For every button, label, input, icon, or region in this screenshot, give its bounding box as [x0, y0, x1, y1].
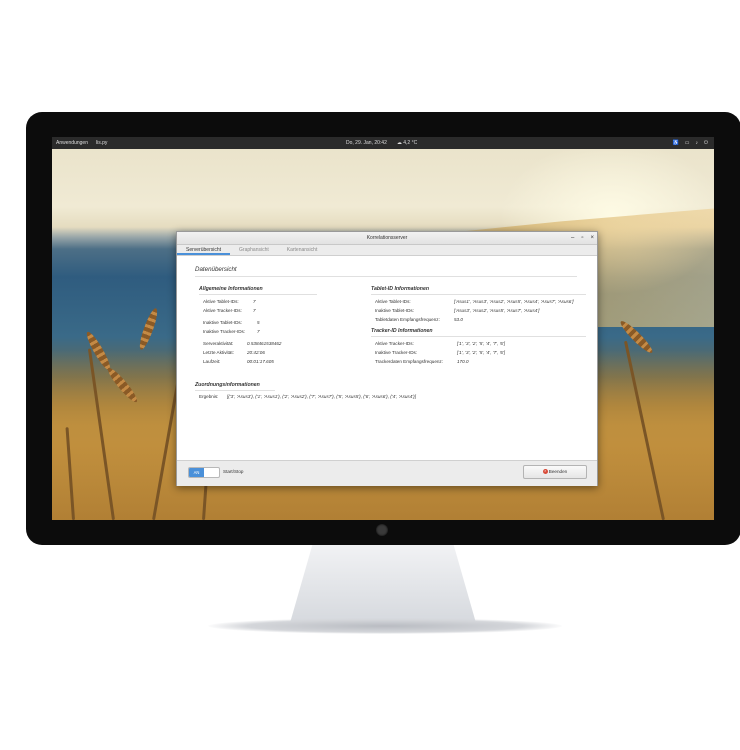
quit-button-label: Beenden: [548, 469, 568, 474]
tablet-active-label: Aktive Tablet-IDs:: [375, 299, 411, 304]
quit-button[interactable]: × Beenden: [523, 465, 587, 479]
toggle-on-label: AN: [189, 468, 204, 477]
tracker-active-label: Aktive Tracker-IDs:: [375, 341, 414, 346]
activities-menu[interactable]: Anwendungen: [56, 137, 88, 149]
bottom-bar: AN Start/Stop × Beenden: [177, 460, 597, 486]
monitor-stand-base: [208, 618, 562, 634]
assignment-result-value: [('3', 'Asus3'), ('1', 'Asus1'), ('2', '…: [227, 394, 416, 399]
tracker-inactive-label: Inaktive Tracker-IDs:: [375, 350, 418, 355]
active-tablets-label: Aktive Tablet-IDs:: [203, 299, 239, 304]
tracker-heading: Tracker-ID Informationen: [371, 328, 433, 334]
inactive-tablets-label: Inaktive Tablet-IDs:: [203, 320, 242, 325]
monitor-stand: [290, 545, 476, 623]
tab-content: Datenübersicht Allgemeine Informationen …: [177, 256, 597, 460]
general-heading: Allgemeine Informationen: [199, 286, 263, 292]
network-icon[interactable]: ▭: [685, 137, 690, 149]
active-trackers-value: 7: [253, 308, 256, 313]
divider: [371, 294, 586, 295]
server-activity-label: Serveraktivität:: [203, 341, 234, 346]
close-circle-icon: ×: [542, 469, 548, 475]
tablet-freq-value: 53.0: [454, 317, 463, 322]
accessibility-icon[interactable]: ♿: [673, 137, 679, 149]
desktop-screen: Anwendungen lis.py Do, 29. Jan, 20:42 ☁ …: [52, 137, 714, 520]
start-stop-toggle[interactable]: AN: [188, 467, 220, 478]
window-titlebar[interactable]: Korrelationsserver – ▫ ×: [177, 232, 597, 245]
app-menu[interactable]: lis.py: [96, 137, 107, 149]
weather-temperature: 4,2 °C: [403, 140, 418, 146]
tab-server-overview[interactable]: Serverübersicht: [177, 245, 231, 255]
tracker-freq-value: 170.0: [457, 359, 469, 364]
tab-graph-view[interactable]: Graphansicht: [230, 245, 278, 255]
divider: [195, 390, 275, 391]
tracker-active-value: ['1', '3', '2', '5', '4', '7', '6']: [457, 341, 506, 346]
tablet-heading: Tablet-ID Informationen: [371, 286, 430, 292]
desktop-top-bar: Anwendungen lis.py Do, 29. Jan, 20:42 ☁ …: [52, 137, 714, 149]
close-button[interactable]: ×: [590, 232, 594, 244]
weather[interactable]: ☁ 4,2 °C: [397, 137, 417, 149]
app-window: Korrelationsserver – ▫ × Serverübersicht…: [176, 231, 598, 486]
wallpaper-wheat-ear: [136, 306, 161, 352]
tab-bar: Serverübersicht Graphansicht Kartenansic…: [177, 245, 597, 256]
start-stop-label: Start/Stop: [223, 469, 244, 474]
tab-map-view[interactable]: Kartenansicht: [278, 245, 327, 255]
assignment-result-label: Ergebnis:: [199, 394, 219, 399]
inactive-tablets-value: 5: [257, 320, 260, 325]
last-activity-value: 20:42:06: [247, 350, 265, 355]
overview-title: Datenübersicht: [195, 266, 237, 273]
last-activity-label: Letzte Aktivität:: [203, 350, 234, 355]
minimize-button[interactable]: –: [571, 232, 574, 244]
tablet-inactive-value: ['Asus3', 'Asus2', 'Asus5', 'Asus7', 'As…: [454, 308, 540, 313]
runtime-label: Laufzeit:: [203, 359, 221, 364]
tracker-inactive-value: ['1', '3', '2', '5', '4', '7', '6']: [457, 350, 506, 355]
power-icon[interactable]: ⏻: [704, 137, 708, 149]
tracker-freq-label: Trackerdaten Empfangsfrequenz:: [375, 359, 444, 364]
inactive-trackers-label: Inaktive Tracker-IDs:: [203, 329, 246, 334]
tablet-freq-label: Tabletdaten Empfangsfrequenz:: [375, 317, 440, 322]
tablet-active-value: ['Asus1', 'Asus3', 'Asus2', 'Asus5', 'As…: [454, 299, 574, 304]
divider: [199, 294, 317, 295]
divider: [371, 336, 586, 337]
runtime-value: 00:01:17.605: [247, 359, 274, 364]
server-activity-value: 0.538461538462: [247, 341, 282, 346]
divider: [195, 276, 577, 277]
active-tablets-value: 7: [253, 299, 256, 304]
inactive-trackers-value: 7: [257, 329, 260, 334]
tablet-inactive-label: Inaktive Tablet-IDs:: [375, 308, 414, 313]
monitor-camera: [376, 524, 388, 536]
clock[interactable]: Do, 29. Jan, 20:42: [346, 137, 387, 149]
maximize-button[interactable]: ▫: [581, 232, 583, 244]
assignment-heading: Zuordnungsinformationen: [195, 382, 260, 388]
volume-icon[interactable]: ♪: [696, 137, 699, 149]
active-trackers-label: Aktive Tracker-IDs:: [203, 308, 242, 313]
window-title: Korrelationsserver: [366, 235, 408, 241]
